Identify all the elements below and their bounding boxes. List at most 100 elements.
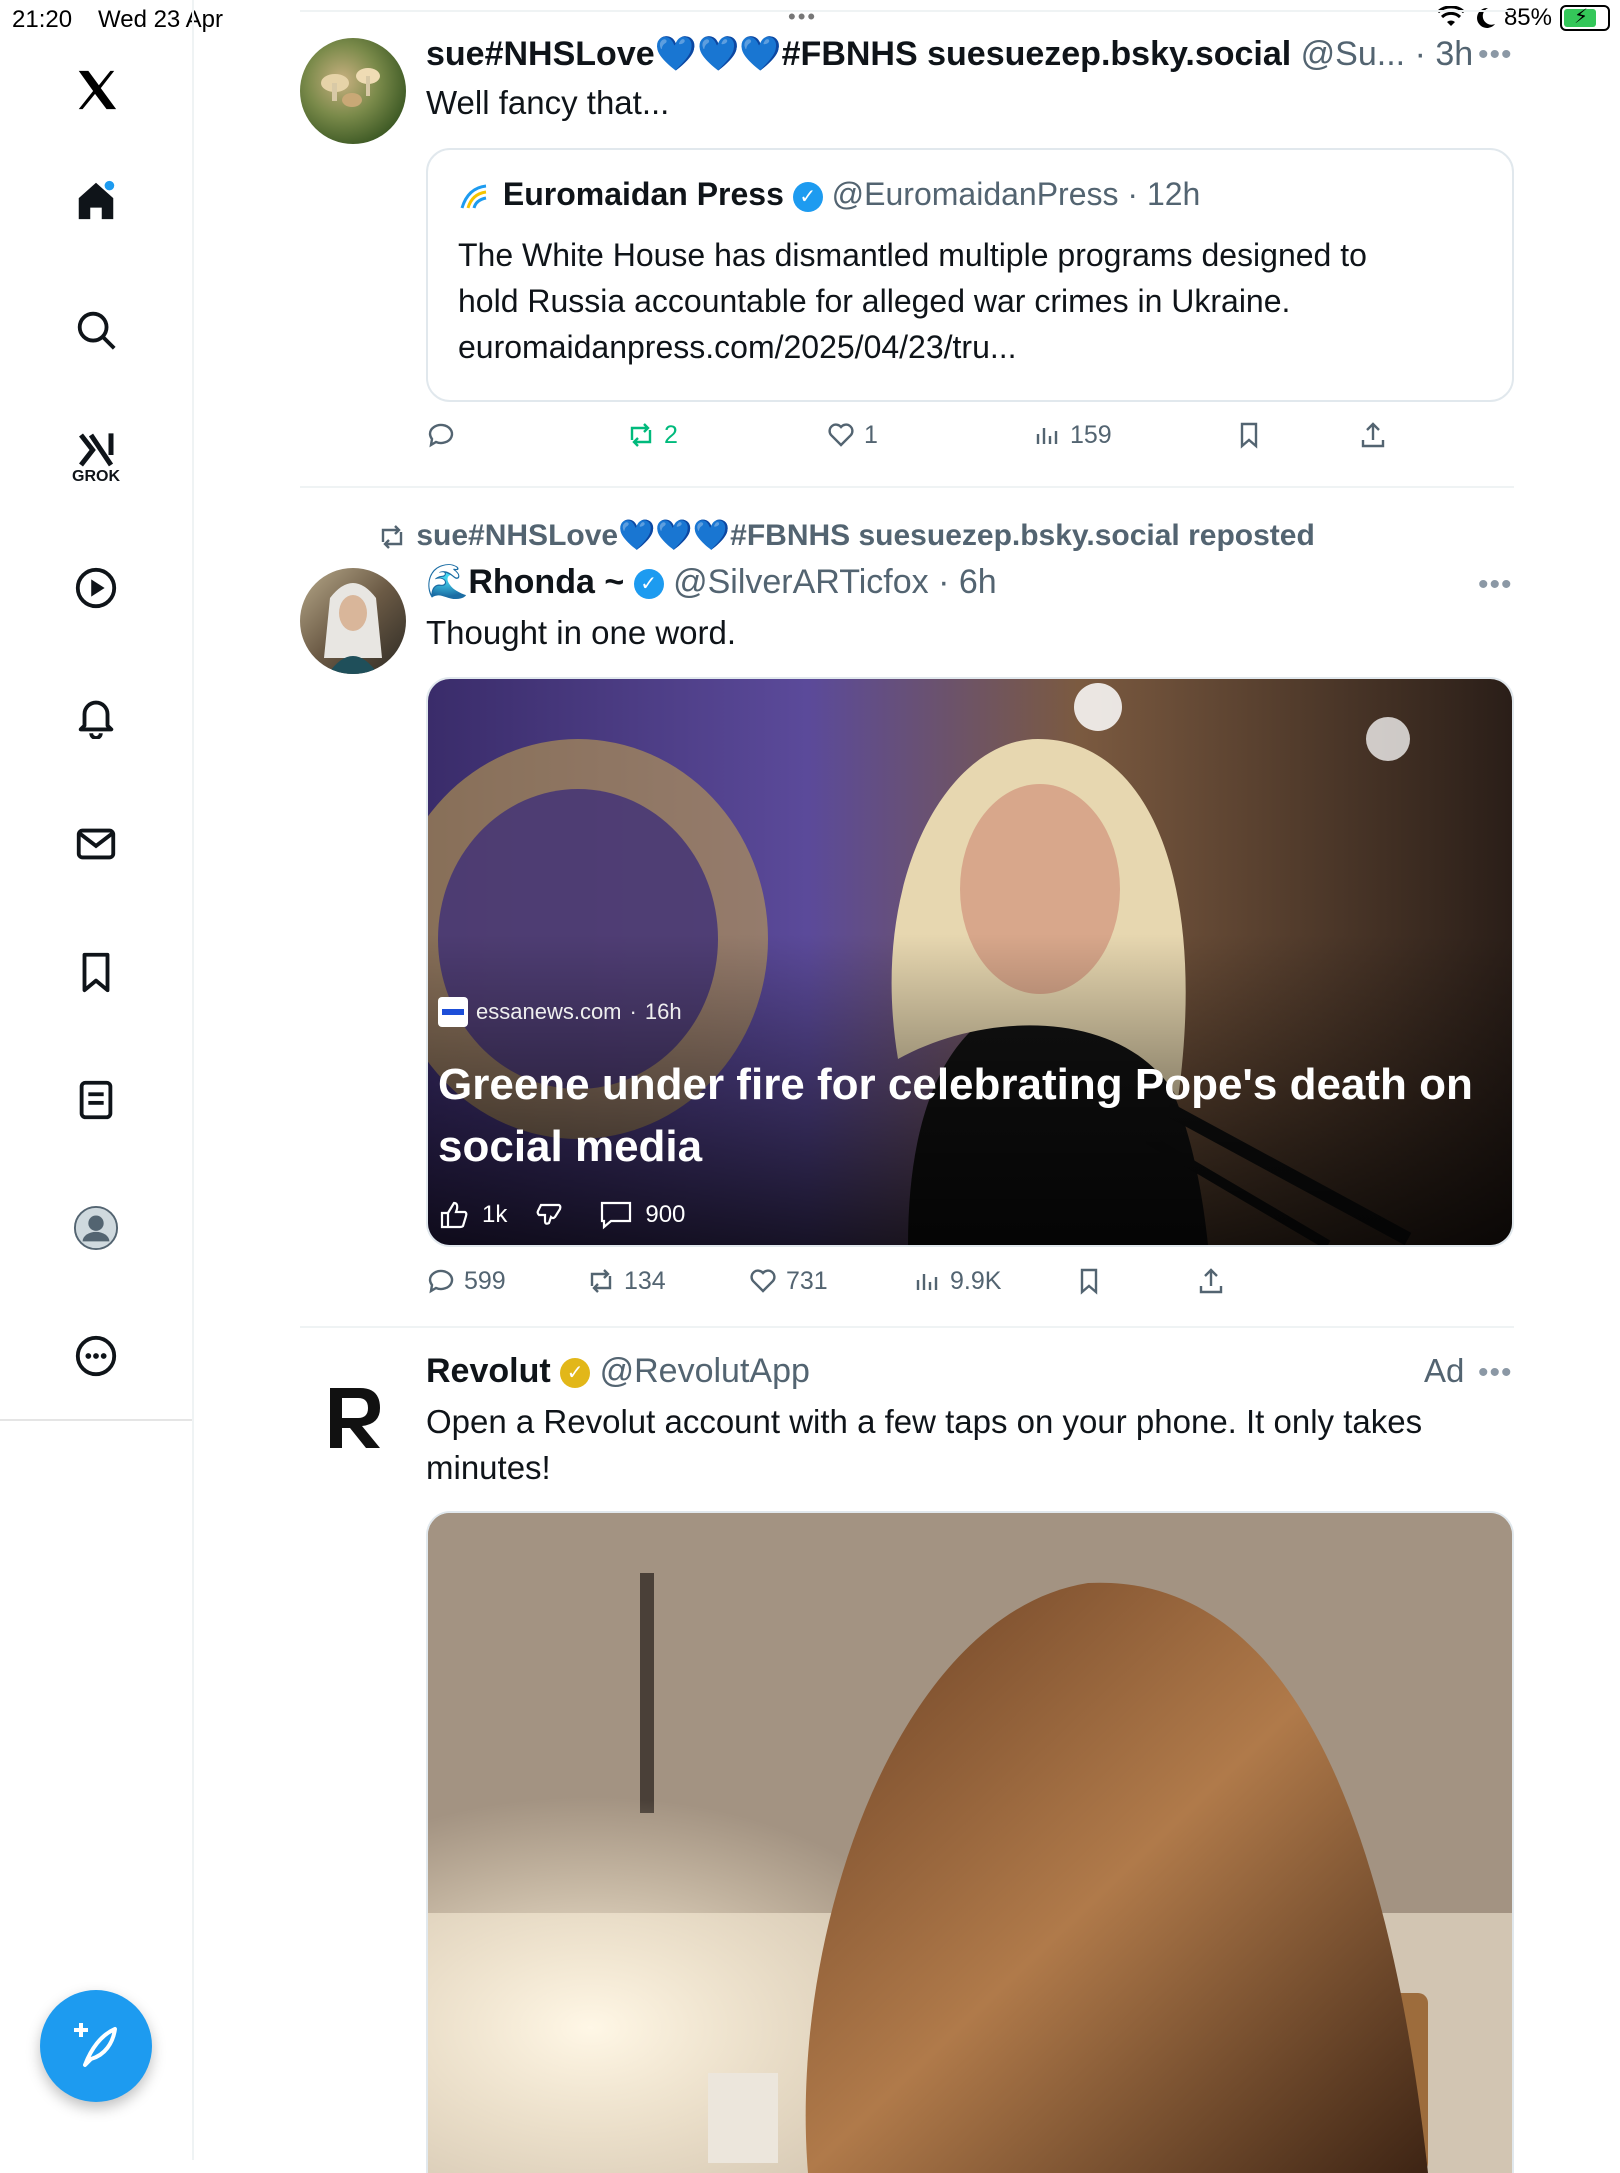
card-headline: Greene under fire for celebrating Pope's…	[438, 1054, 1473, 1178]
tweet-text: Thought in one word.	[426, 614, 737, 651]
bookmark-button[interactable]	[1234, 420, 1264, 450]
sidebar: GROK	[0, 0, 194, 2160]
lists-icon[interactable]	[56, 1060, 136, 1140]
profile-avatar-icon[interactable]	[56, 1188, 136, 1268]
video-play-icon[interactable]	[56, 548, 136, 628]
user-avatar[interactable]	[300, 568, 406, 674]
bookmark-icon	[1080, 1268, 1098, 1295]
display-name[interactable]: sue#NHSLove💙💙💙#FBNHS suesuezep.bsky.soci…	[426, 35, 1291, 73]
thumbs-up-icon	[440, 1201, 468, 1229]
card-comment-count: 900	[645, 1201, 686, 1228]
verified-badge-icon: ✓	[633, 569, 664, 600]
verified-gold-badge-icon: ✓	[560, 1358, 591, 1389]
quote-timestamp: 12h	[1146, 176, 1201, 212]
views-count: 9.9K	[950, 1266, 1002, 1295]
grok-label: GROK	[72, 468, 120, 485]
comment-icon	[601, 1201, 632, 1230]
heart-icon	[828, 423, 854, 447]
card-reactions: 1k 900	[438, 1199, 685, 1231]
display-name[interactable]: Revolut	[426, 1352, 551, 1390]
tweet-header: 🌊Rhonda ~ ✓ @SilverARTicfox · 6h	[426, 563, 997, 601]
repost-icon	[381, 525, 403, 549]
more-options-icon[interactable]: •••	[1478, 1356, 1513, 1390]
battery-percent: 85%	[1503, 4, 1552, 31]
wave-emoji-icon: 🌊	[426, 563, 469, 601]
display-name[interactable]: Rhonda ~	[468, 563, 624, 601]
ad-label: Ad	[1424, 1352, 1465, 1389]
card-headline-line: social media	[438, 1122, 703, 1171]
bookmark-icon[interactable]	[56, 932, 136, 1012]
card-source-name: essanews.com	[476, 999, 622, 1024]
battery-icon: ⚡	[1560, 5, 1610, 31]
repost-icon	[630, 423, 652, 447]
quoted-tweet[interactable]: Euromaidan Press ✓ @EuromaidanPress · 12…	[426, 148, 1514, 402]
reply-icon	[428, 423, 454, 448]
tweet-header: sue#NHSLove💙💙💙#FBNHS suesuezep.bsky.soci…	[426, 35, 1474, 73]
handle[interactable]: @Su...	[1301, 35, 1405, 73]
notifications-bell-icon[interactable]	[56, 676, 136, 756]
card-headline-line: Greene under fire for celebrating Pope's…	[438, 1060, 1473, 1109]
sidebar-divider	[0, 1419, 192, 1421]
tweet-header: Revolut ✓ @RevolutApp	[426, 1352, 810, 1391]
quote-text: The White House has dismantled multiple …	[458, 232, 1367, 370]
revolut-logo-icon[interactable]	[300, 1358, 406, 1464]
home-icon[interactable]	[56, 160, 136, 240]
bookmark-button[interactable]	[1074, 1266, 1104, 1296]
embedded-image-card[interactable]: essanews.com · 16h Greene under fire for c…	[426, 677, 1514, 1247]
share-button[interactable]	[1196, 1266, 1226, 1296]
share-button[interactable]	[1358, 420, 1388, 450]
tweet-text-line: Open a Revolut account with a few taps o…	[426, 1403, 1423, 1440]
thumbs-down-icon	[536, 1203, 562, 1225]
quote-display-name: Euromaidan Press	[502, 176, 784, 212]
reply-button[interactable]: 599	[426, 1266, 506, 1296]
views-button[interactable]: 9.9K	[912, 1266, 1001, 1296]
share-icon	[1361, 422, 1385, 448]
quote-text-line: The White House has dismantled multiple …	[458, 237, 1367, 273]
views-chart-icon	[1036, 428, 1058, 444]
handle[interactable]: @RevolutApp	[600, 1352, 810, 1390]
views-count: 159	[1070, 420, 1112, 449]
repost-label[interactable]: sue#NHSLove💙💙💙#FBNHS suesuezep.bsky.soci…	[416, 519, 1314, 552]
tweet-text: Open a Revolut account with a few taps o…	[426, 1399, 1422, 1491]
card-source-time: 16h	[644, 999, 682, 1024]
compose-post-button[interactable]	[40, 1990, 152, 2102]
more-icon[interactable]	[56, 1316, 136, 1396]
handle[interactable]: @SilverARTicfox	[673, 563, 929, 601]
quote-link[interactable]: euromaidanpress.com/2025/04/23/tru...	[458, 324, 1367, 370]
repost-count: 2	[664, 420, 678, 449]
card-source: essanews.com · 16h	[438, 997, 682, 1027]
repost-button[interactable]: 2	[626, 420, 678, 450]
messages-mail-icon[interactable]	[56, 804, 136, 884]
essanews-logo-icon	[438, 997, 468, 1027]
search-icon[interactable]	[56, 290, 136, 370]
x-logo-icon[interactable]	[56, 50, 136, 130]
reply-count: 599	[464, 1266, 506, 1295]
repost-count: 134	[624, 1266, 666, 1295]
repost-indicator: sue#NHSLove💙💙💙#FBNHS suesuezep.bsky.soci…	[376, 518, 1315, 553]
like-button[interactable]: 1	[826, 420, 878, 450]
more-options-icon[interactable]: •••	[1478, 568, 1513, 602]
quote-text-line: hold Russia accountable for alleged war …	[458, 283, 1291, 319]
repost-icon	[590, 1269, 612, 1293]
quote-handle: @EuromaidanPress	[831, 176, 1119, 212]
like-count: 1	[864, 420, 878, 449]
tweet-divider	[300, 486, 1514, 488]
views-button[interactable]: 159	[1032, 420, 1112, 450]
heart-icon	[750, 1269, 776, 1293]
ad-video[interactable]	[426, 1511, 1514, 2173]
bookmark-icon	[1240, 422, 1258, 449]
user-avatar[interactable]	[300, 38, 406, 144]
euromaidan-logo-icon	[460, 184, 487, 209]
timestamp[interactable]: 6h	[959, 563, 997, 601]
share-icon	[1199, 1268, 1223, 1294]
timestamp[interactable]: 3h	[1435, 35, 1473, 73]
multitasking-dots-icon[interactable]: •••	[788, 4, 817, 30]
like-button[interactable]: 731	[748, 1266, 828, 1296]
reply-icon	[428, 1269, 454, 1294]
more-options-icon[interactable]: •••	[1478, 38, 1513, 72]
repost-button[interactable]: 134	[586, 1266, 666, 1296]
tweet-text: Well fancy that...	[426, 84, 670, 121]
reply-button[interactable]	[426, 420, 456, 450]
feed-top-divider	[300, 10, 1514, 12]
grok-icon[interactable]: GROK	[56, 418, 136, 498]
